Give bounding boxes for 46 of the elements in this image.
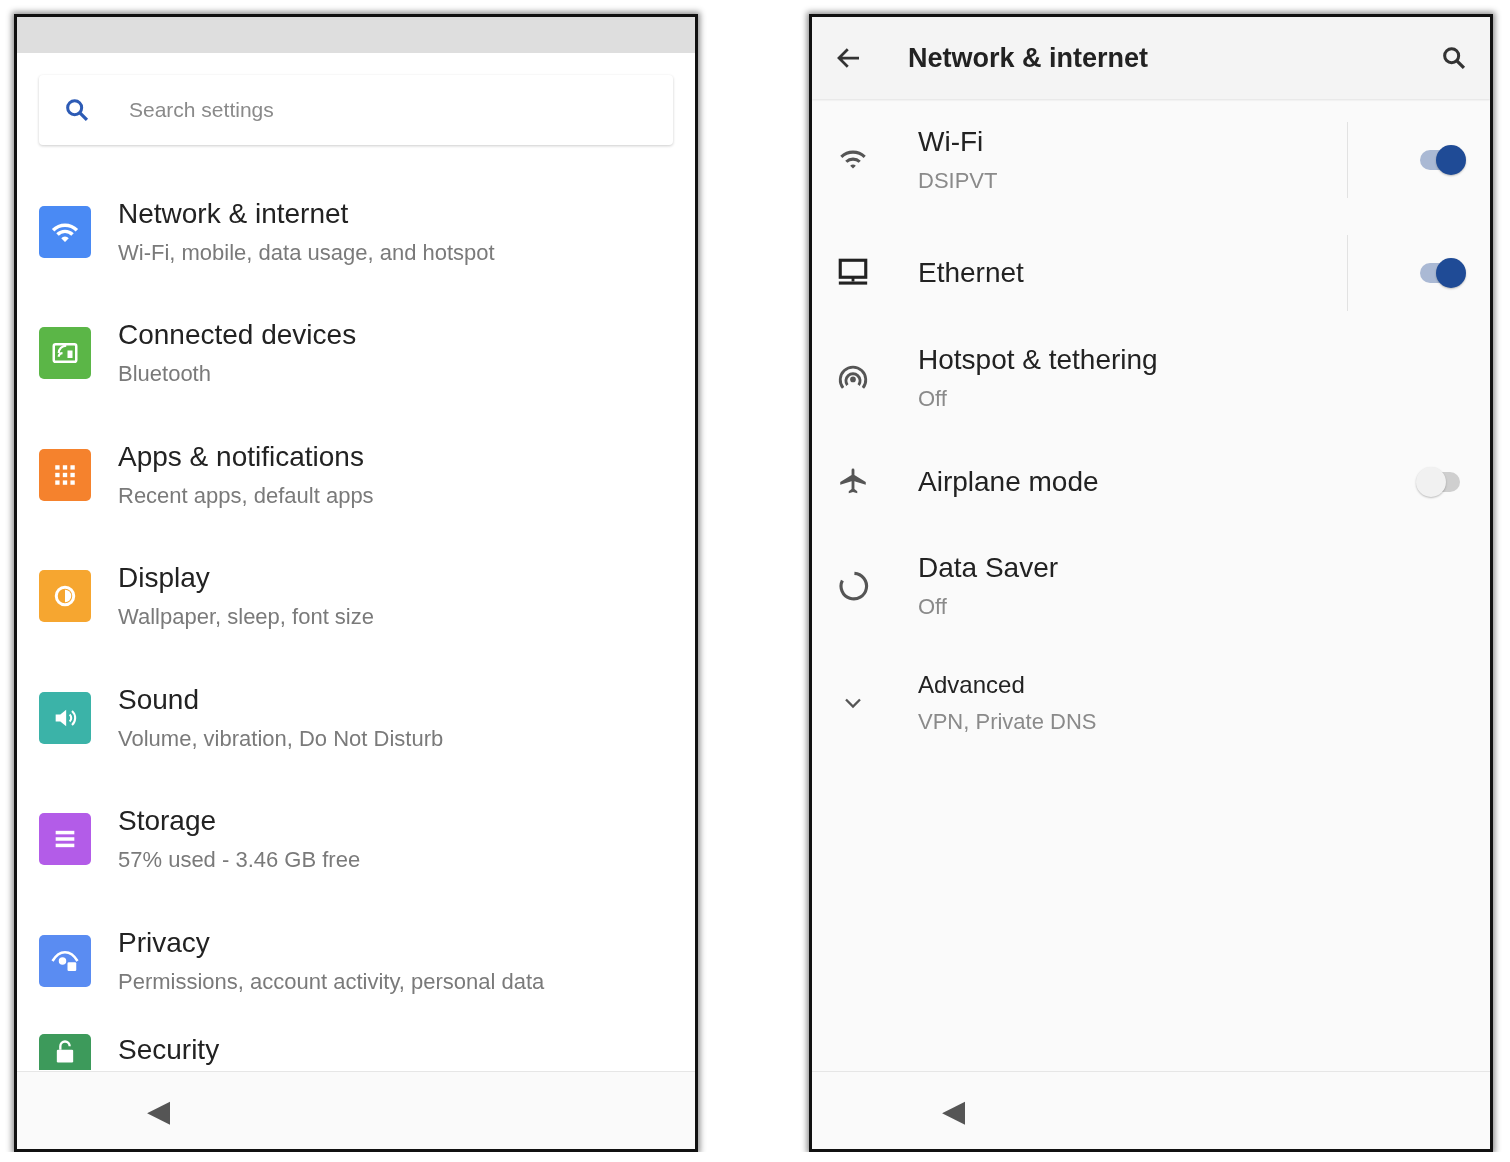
network-setting[interactable]: Advanced VPN, Private DNS — [812, 639, 1490, 767]
settings-item[interactable]: Security — [17, 1021, 695, 1070]
network-setting[interactable]: Wi-Fi DSIPVT — [812, 99, 1490, 221]
item-subtitle: Bluetooth — [118, 361, 212, 388]
settings-item[interactable]: Storage 57% used - 3.46 GB free — [17, 778, 695, 900]
item-title: Sound — [118, 683, 200, 716]
network-setting[interactable]: Hotspot & tethering Off — [812, 325, 1490, 431]
item-subtitle: Permissions, account activity, personal data — [118, 968, 545, 995]
settings-item[interactable]: Privacy Permissions, account activity, personal data — [17, 900, 695, 1022]
back-button[interactable]: ◀ — [942, 1093, 966, 1128]
search-icon — [63, 96, 91, 124]
setting-title: Hotspot & tethering — [918, 344, 1159, 376]
item-subtitle: Volume, vibration, Do Not Disturb — [118, 725, 444, 752]
item-title: Security — [118, 1033, 220, 1066]
item-title: Connected devices — [118, 319, 357, 352]
search-icon[interactable] — [1440, 44, 1468, 72]
network-setting[interactable]: Airplane mode — [812, 431, 1490, 533]
setting-title: Advanced — [918, 671, 1026, 699]
item-subtitle: Recent apps, default apps — [118, 482, 374, 509]
item-subtitle: Wallpaper, sleep, font size — [118, 604, 374, 631]
setting-title: Data Saver — [918, 552, 1060, 584]
settings-item[interactable]: Apps & notifications Recent apps, default apps — [17, 414, 695, 536]
settings-item[interactable]: Display Wallpaper, sleep, font size — [17, 535, 695, 657]
back-button[interactable]: ◀ — [147, 1093, 171, 1128]
settings-item[interactable]: Connected devices Bluetooth — [17, 292, 695, 414]
item-subtitle: Wi-Fi, mobile, data usage, and hotspot — [118, 239, 495, 266]
item-title: Privacy — [118, 926, 211, 959]
setting-title: Ethernet — [918, 257, 1025, 289]
screen-title: Network & internet — [908, 42, 1150, 74]
setting-subtitle: Off — [918, 386, 948, 412]
setting-title: Wi-Fi — [918, 126, 985, 158]
item-title: Display — [118, 562, 211, 595]
network-setting[interactable]: Ethernet — [812, 221, 1490, 325]
setting-title: Airplane mode — [918, 466, 1100, 498]
network-setting[interactable]: Data Saver Off — [812, 533, 1490, 639]
item-title: Storage — [118, 805, 218, 838]
data-saver-icon — [836, 569, 870, 603]
setting-subtitle: Off — [918, 594, 948, 620]
settings-item[interactable]: Sound Volume, vibration, Do Not Disturb — [17, 657, 695, 779]
item-subtitle: 57% used - 3.46 GB free — [118, 847, 361, 874]
settings-item[interactable]: Network & internet Wi-Fi, mobile, data usage, and hotspot — [17, 171, 695, 293]
item-title: Network & internet — [118, 197, 350, 230]
search-field[interactable]: Search settings — [127, 97, 649, 123]
setting-subtitle: DSIPVT — [918, 168, 999, 194]
item-title: Apps & notifications — [118, 440, 365, 473]
setting-subtitle: VPN, Private DNS — [918, 709, 1098, 735]
